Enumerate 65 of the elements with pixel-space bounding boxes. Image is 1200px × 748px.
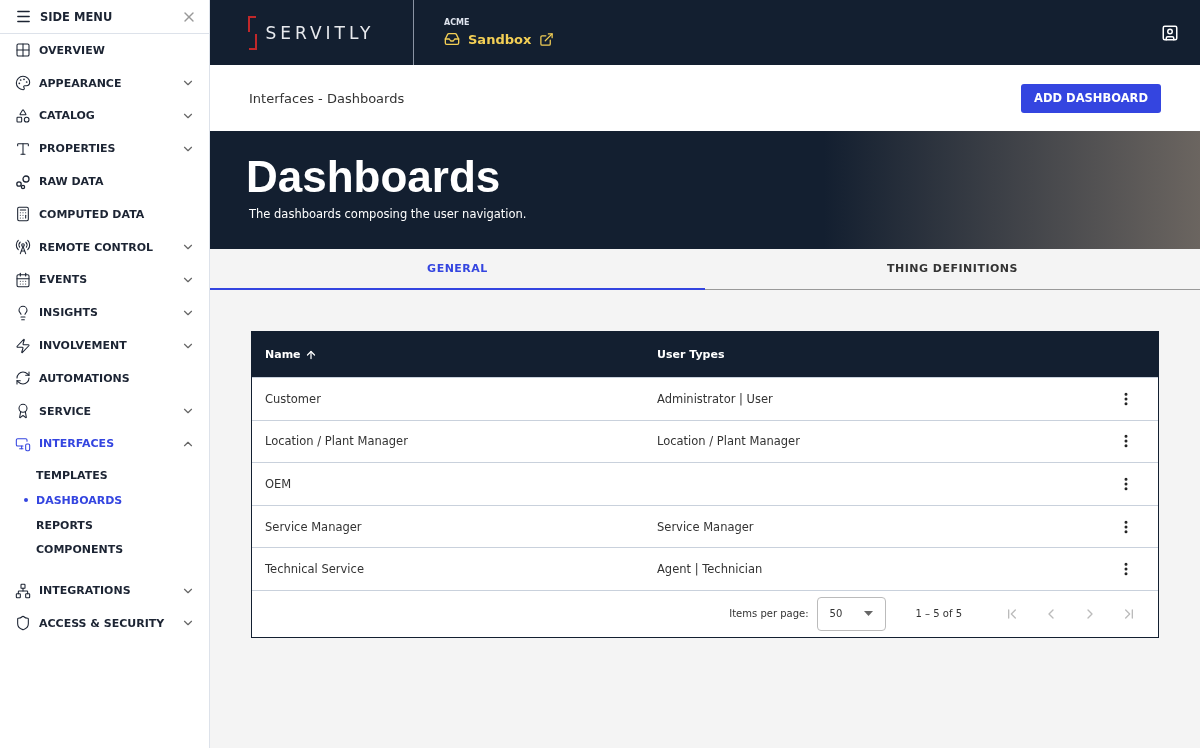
- table-cell-text: Administrator | User: [657, 391, 774, 406]
- add-dashboard-button[interactable]: ADD DASHBOARD: [1021, 83, 1161, 113]
- award-icon: [15, 403, 31, 420]
- logo-text: SERVITLY: [265, 22, 375, 43]
- sidebar-item[interactable]: AUTOMATIONS: [0, 361, 209, 395]
- external-link-icon[interactable]: [539, 31, 555, 47]
- user-icon[interactable]: [1161, 23, 1179, 42]
- environment-name: Sandbox: [468, 31, 532, 47]
- page-subtitle: The dashboards composing the user navigation.: [248, 207, 528, 222]
- lightbulb-icon: [15, 304, 31, 321]
- dropdown-caret-icon: [863, 611, 873, 617]
- table-cell-text: Customer: [265, 391, 322, 406]
- table-cell-text: Agent | Technician: [657, 562, 764, 577]
- sidebar-item[interactable]: INTERFACES: [0, 427, 209, 461]
- page-range: 1 – 5 of 5: [915, 608, 962, 620]
- sidebar-subitem[interactable]: REPORTS: [0, 512, 209, 538]
- sidebar-item[interactable]: REMOTE CONTROL: [0, 230, 209, 264]
- radio-tower-icon: [15, 239, 31, 256]
- calculator-icon: [15, 206, 31, 223]
- sort-arrow-icon[interactable]: [304, 348, 317, 361]
- network-icon: [15, 582, 31, 599]
- table-cell-text: Location / Plant Manager: [265, 434, 409, 449]
- shield-icon: [15, 615, 31, 632]
- page-title: Dashboards: [246, 153, 502, 202]
- logo-bracket-icon: [248, 15, 258, 50]
- sidebar-item[interactable]: INTEGRATIONS: [0, 574, 209, 607]
- sidebar-item[interactable]: OVERVIEW: [0, 34, 209, 67]
- sidebar-item[interactable]: APPEARANCE: [0, 66, 209, 100]
- column-header[interactable]: Name: [265, 348, 657, 361]
- tab[interactable]: GENERAL: [210, 249, 705, 290]
- palette-icon: [15, 75, 31, 92]
- calendar-icon: [15, 271, 31, 288]
- table-cell-text: Technical Service: [265, 562, 365, 577]
- sidebar-item[interactable]: INVOLVEMENT: [0, 329, 209, 362]
- page-size-select[interactable]: 50: [816, 596, 886, 631]
- menu-icon[interactable]: [15, 8, 32, 25]
- grid-icon: [15, 42, 31, 59]
- table-cell-text: Location / Plant Manager: [657, 434, 801, 449]
- breadcrumb: Interfaces - Dashboards: [249, 90, 405, 106]
- sidebar-item[interactable]: CATALOG: [0, 99, 209, 133]
- sidebar-item[interactable]: PROPERTIES: [0, 132, 209, 166]
- sidebar-subitem[interactable]: COMPONENTS: [0, 537, 209, 563]
- inbox-icon: [444, 31, 460, 47]
- table-cell-text: OEM: [265, 477, 293, 491]
- sidebar-subitem[interactable]: DASHBOARDS: [0, 488, 209, 513]
- tab[interactable]: THING DEFINITIONS: [705, 249, 1200, 290]
- sidebar-subitem[interactable]: TEMPLATES: [0, 463, 209, 489]
- sidebar-item[interactable]: COMPUTED DATA: [0, 198, 209, 231]
- shapes-icon: [15, 108, 31, 124]
- bolt-icon: [15, 337, 31, 354]
- side-menu-title: SIDE MENU: [40, 9, 114, 24]
- refresh-icon: [15, 370, 31, 387]
- sidebar-item[interactable]: SERVICE: [0, 394, 209, 428]
- circles-icon: [15, 173, 31, 190]
- type-icon: [15, 140, 31, 157]
- table-cell-text: Service Manager: [657, 519, 755, 534]
- items-per-page-label: Items per page:: [729, 608, 809, 620]
- sidebar-item[interactable]: EVENTS: [0, 263, 209, 297]
- monitor-phone-icon: [15, 435, 31, 452]
- table-cell-text: Service Manager: [265, 519, 363, 534]
- sidebar-item[interactable]: ACCESS & SECURITY: [0, 606, 209, 640]
- column-header[interactable]: User Types: [657, 348, 1118, 361]
- sidebar-item[interactable]: RAW DATA: [0, 165, 209, 198]
- tenant-name: ACME: [444, 18, 471, 27]
- sidebar-item[interactable]: INSIGHTS: [0, 296, 209, 330]
